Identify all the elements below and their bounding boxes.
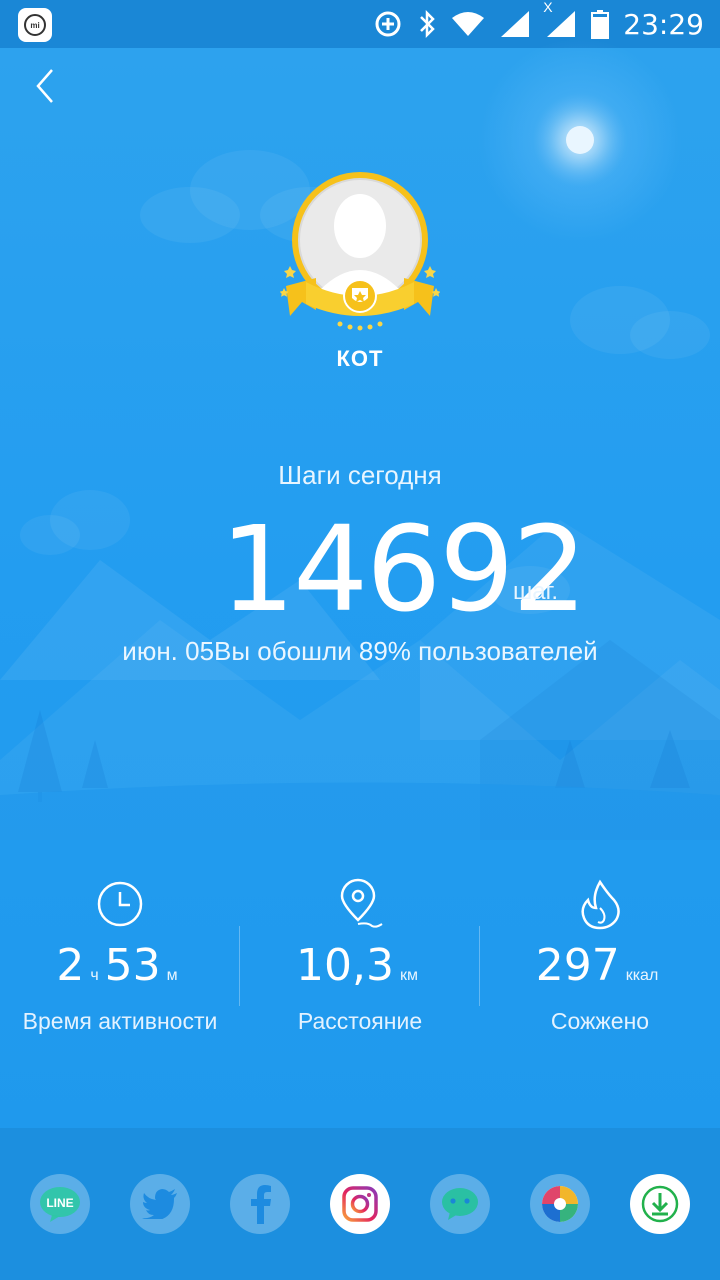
share-facebook-button[interactable]	[230, 1174, 290, 1234]
steps-unit: шаг.	[513, 578, 559, 605]
distance-unit: км	[399, 967, 418, 984]
distance-value: 10,3	[296, 940, 394, 991]
chevron-left-icon	[36, 69, 53, 103]
signal-icon	[501, 11, 530, 37]
username: КОТ	[336, 346, 384, 371]
chat-bubble-icon	[442, 1188, 478, 1220]
line-icon-text: LINE	[46, 1196, 73, 1210]
share-camera-button[interactable]	[530, 1174, 590, 1234]
calories-value: 297	[535, 940, 620, 991]
network-type-label: X	[543, 0, 553, 15]
calories-label: Сожжено	[550, 1008, 650, 1034]
stat-calories: 297 ккал Сожжено	[480, 876, 720, 1035]
mi-fit-app-icon: mi	[18, 8, 52, 42]
battery-icon	[591, 10, 610, 39]
flame-icon	[581, 879, 620, 930]
active-minutes-value: 53	[104, 940, 161, 991]
instagram-icon	[342, 1186, 378, 1222]
steps-count: 14692	[220, 500, 587, 638]
share-line-button[interactable]: LINE	[30, 1174, 90, 1234]
data-saver-icon	[375, 11, 401, 37]
twitter-icon	[142, 1189, 177, 1219]
mi-logo: mi	[24, 14, 46, 36]
back-button[interactable]	[26, 64, 62, 108]
facebook-icon	[251, 1185, 271, 1224]
download-button[interactable]	[630, 1174, 690, 1234]
wifi-icon	[452, 12, 485, 36]
stat-distance: 10,3 км Расстояние	[240, 876, 480, 1035]
active-hours-unit: ч	[90, 967, 99, 984]
steps-today-label: Шаги сегодня	[278, 460, 442, 490]
camera-shutter-icon	[542, 1186, 578, 1222]
line-icon: LINE	[40, 1187, 80, 1222]
active-minutes-unit: м	[166, 967, 178, 984]
avatar-badge[interactable]	[279, 170, 441, 340]
active-hours-value: 2	[56, 940, 85, 991]
download-icon	[641, 1185, 679, 1223]
calories-unit: ккал	[625, 967, 659, 984]
share-messenger-button[interactable]	[430, 1174, 490, 1234]
active-time-label: Время активности	[22, 1008, 218, 1034]
steps-comparison-text: июн. 05Вы обошли 89% пользователей	[122, 636, 598, 666]
share-instagram-button[interactable]	[330, 1174, 390, 1234]
clock-icon	[97, 881, 143, 927]
status-time: 23:29	[623, 7, 704, 41]
share-twitter-button[interactable]	[130, 1174, 190, 1234]
bluetooth-icon	[420, 9, 436, 39]
avatar	[279, 172, 441, 331]
location-pin-icon	[340, 878, 383, 928]
distance-label: Расстояние	[297, 1008, 423, 1034]
stat-active-time: 2 ч 53 м Время активности	[0, 876, 240, 1035]
